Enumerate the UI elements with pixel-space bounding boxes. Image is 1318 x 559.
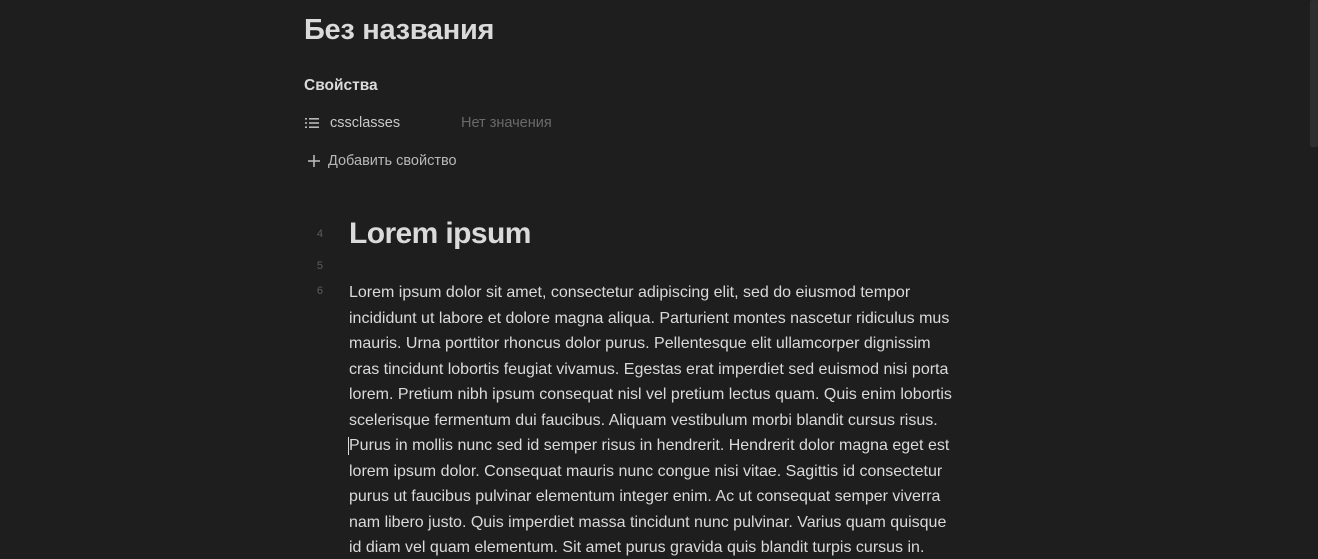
vertical-scrollbar[interactable] [1310, 0, 1318, 559]
paragraph-line: scelerisque fermentum dui faucibus. Aliq… [349, 411, 938, 429]
paragraph-line: id diam vel quam elementum. Sit amet pur… [349, 539, 925, 556]
paragraph-line-with-caret: Purus in mollis nunc sed id semper risus… [348, 433, 1009, 459]
content-paragraph[interactable]: Lorem ipsum dolor sit amet, consectetur … [348, 280, 1009, 559]
line-number: 5 [316, 260, 323, 272]
text-caret [348, 437, 349, 455]
paragraph-line: purus ut faucibus pulvinar elementum int… [349, 488, 941, 505]
editor-pane: Без названия Свойства cssclasses Нет зна… [0, 0, 1318, 559]
paragraph-line-text: Purus in mollis nunc sed id semper risus… [349, 437, 950, 454]
add-property-button[interactable]: Добавить свойство [306, 150, 457, 172]
paragraph-line: lorem ipsum dolor. Consequat mauris nunc… [349, 462, 943, 480]
paragraph-line: nam libero justo. Quis imperdiet massa t… [349, 513, 947, 531]
paragraph-line: cras tincidunt lobortis feugiat vivamus.… [349, 360, 949, 378]
paragraph-line: incididunt ut labore et dolore magna ali… [349, 309, 950, 327]
property-value[interactable]: Нет значения [461, 115, 552, 131]
property-row-cssclasses[interactable]: cssclasses Нет значения [304, 112, 804, 134]
list-icon [305, 118, 319, 128]
paragraph-line: mauris. Urna porttitor rhoncus dolor pur… [349, 335, 931, 352]
properties-heading[interactable]: Свойства [304, 76, 378, 96]
line-number: 6 [316, 285, 323, 297]
paragraph-line: lorem. Pretium nibh ipsum consequat nisl… [349, 386, 952, 403]
content-heading[interactable]: Lorem ipsum [349, 214, 531, 254]
add-property-label: Добавить свойство [328, 153, 457, 169]
scrollbar-thumb[interactable] [1310, 0, 1318, 147]
paragraph-line: Lorem ipsum dolor sit amet, consectetur … [349, 284, 911, 301]
plus-icon [308, 155, 320, 167]
note-title[interactable]: Без названия [304, 10, 494, 50]
line-number: 4 [316, 228, 323, 240]
property-key[interactable]: cssclasses [330, 115, 461, 131]
